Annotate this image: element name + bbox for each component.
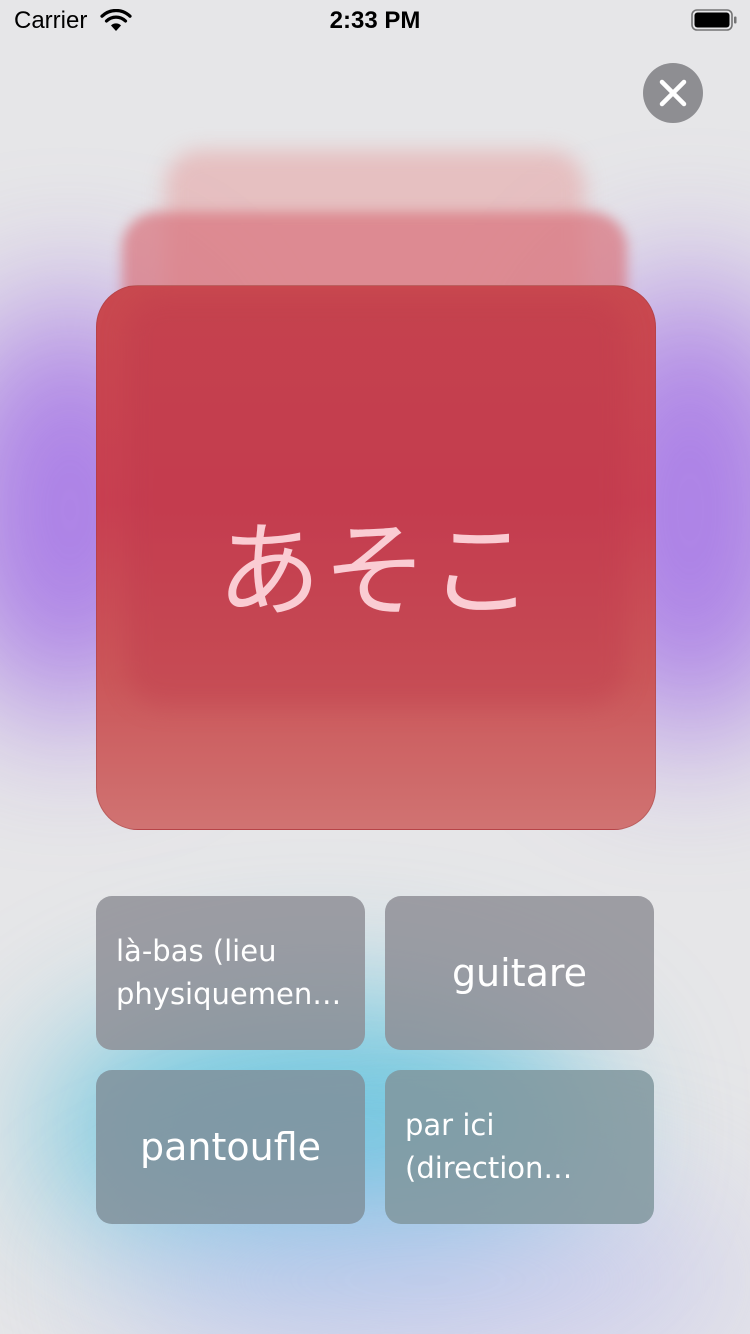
answer-option-2[interactable]: guitare bbox=[385, 896, 654, 1050]
close-icon bbox=[659, 79, 687, 107]
quiz-screen: Carrier 2:33 PM あそこ là-bas (lieu physiqu… bbox=[0, 0, 750, 1334]
battery-icon bbox=[691, 9, 737, 31]
flashcard-word: あそこ bbox=[216, 510, 535, 632]
answer-option-1[interactable]: là-bas (lieu physiquement éloigné) bbox=[96, 896, 365, 1050]
clock: 2:33 PM bbox=[329, 7, 421, 34]
answer-option-3[interactable]: pantoufle bbox=[96, 1070, 365, 1224]
answer-option-4[interactable]: par ici (direction proche) bbox=[385, 1070, 654, 1224]
answer-option-label: guitare bbox=[451, 951, 588, 995]
answer-option-label: pantoufle bbox=[139, 1125, 322, 1169]
answer-option-label: là-bas (lieu physiquement éloigné) bbox=[116, 934, 324, 1011]
flashcard: あそこ bbox=[96, 285, 656, 830]
close-button[interactable] bbox=[643, 63, 703, 123]
status-bar: Carrier 2:33 PM bbox=[0, 0, 750, 40]
answer-option-label: par ici (direction proche) bbox=[405, 1108, 544, 1185]
